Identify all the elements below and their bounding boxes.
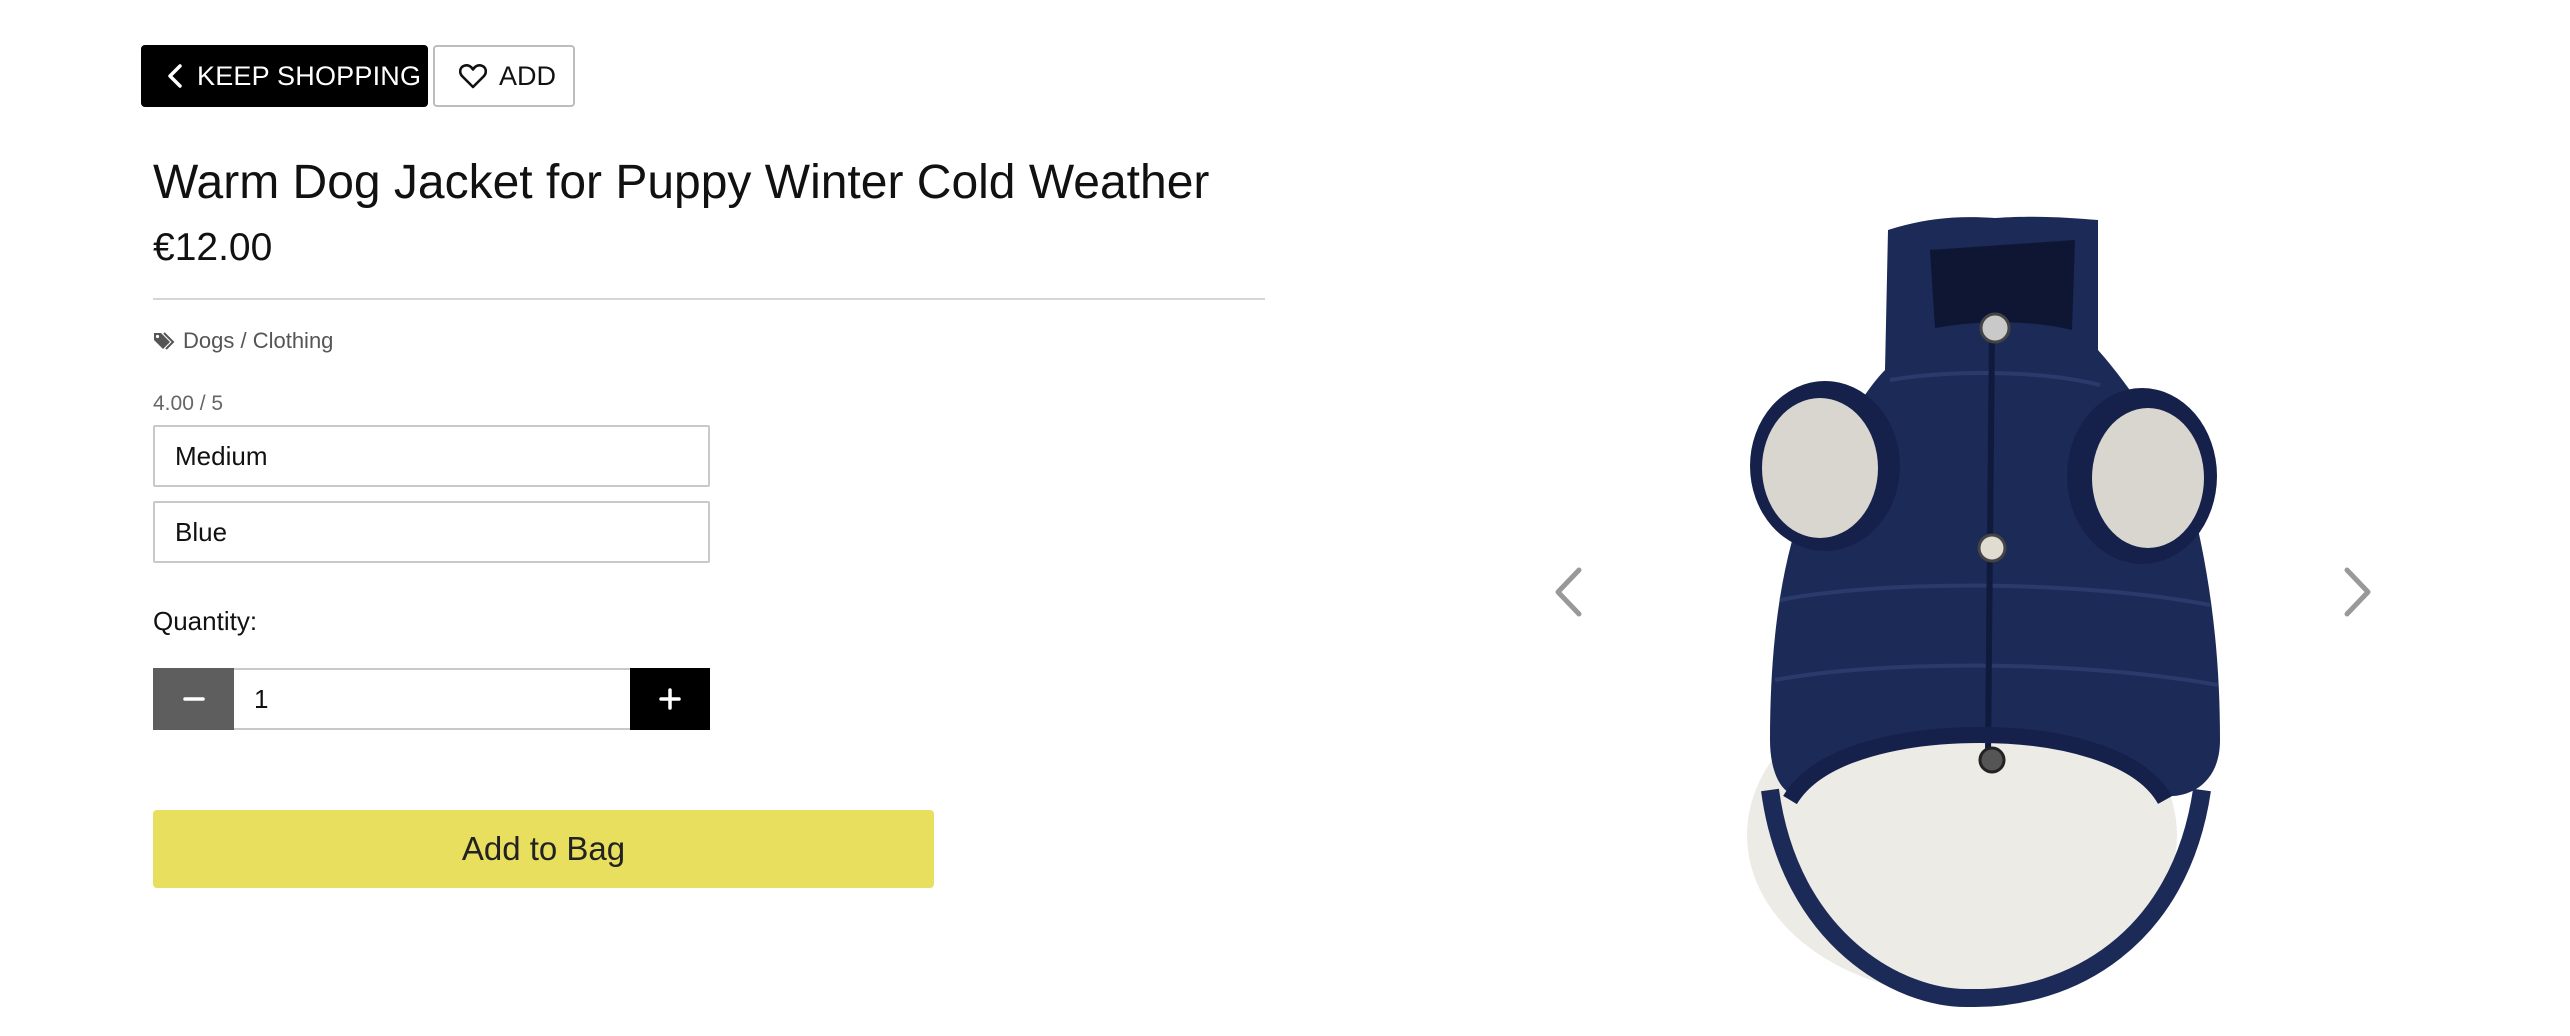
divider	[153, 298, 1265, 300]
gallery-prev-button[interactable]	[1546, 560, 1590, 624]
gallery-next-button[interactable]	[2336, 560, 2380, 624]
quantity-value: 1	[254, 683, 269, 714]
heart-icon	[459, 63, 487, 89]
size-select[interactable]: Medium	[153, 425, 710, 487]
plus-icon	[658, 687, 682, 711]
quantity-label: Quantity:	[153, 606, 258, 636]
add-to-bag-button[interactable]: Add to Bag	[153, 810, 934, 888]
tags-icon	[153, 331, 177, 351]
keep-shopping-button[interactable]: KEEP SHOPPING	[141, 45, 428, 107]
product-title: Warm Dog Jacket for Puppy Winter Cold We…	[153, 156, 1210, 209]
chevron-right-icon	[2343, 566, 2373, 618]
color-select-value: Blue	[175, 516, 228, 547]
add-to-wishlist-button[interactable]: ADD	[433, 45, 575, 107]
product-page: KEEP SHOPPING ADD Warm Dog Jacket for Pu…	[0, 0, 2570, 1036]
product-image	[1620, 180, 2260, 1020]
quantity-decrement-button[interactable]	[153, 668, 234, 730]
keep-shopping-label: KEEP SHOPPING	[197, 60, 422, 91]
add-to-bag-label: Add to Bag	[461, 830, 626, 867]
size-select-value: Medium	[175, 440, 268, 471]
chevron-left-icon	[1553, 566, 1583, 618]
minus-icon	[182, 687, 206, 711]
color-select[interactable]: Blue	[153, 501, 710, 563]
quantity-increment-button[interactable]	[630, 668, 710, 730]
add-to-wishlist-label: ADD	[499, 60, 557, 91]
product-category: Dogs / Clothing	[153, 328, 333, 354]
chevron-left-icon	[167, 63, 183, 89]
product-rating: 4.00 / 5	[153, 392, 224, 415]
product-price: €12.00	[153, 226, 273, 269]
quantity-input[interactable]: 1	[234, 668, 630, 730]
category-link[interactable]: Dogs / Clothing	[183, 328, 333, 354]
